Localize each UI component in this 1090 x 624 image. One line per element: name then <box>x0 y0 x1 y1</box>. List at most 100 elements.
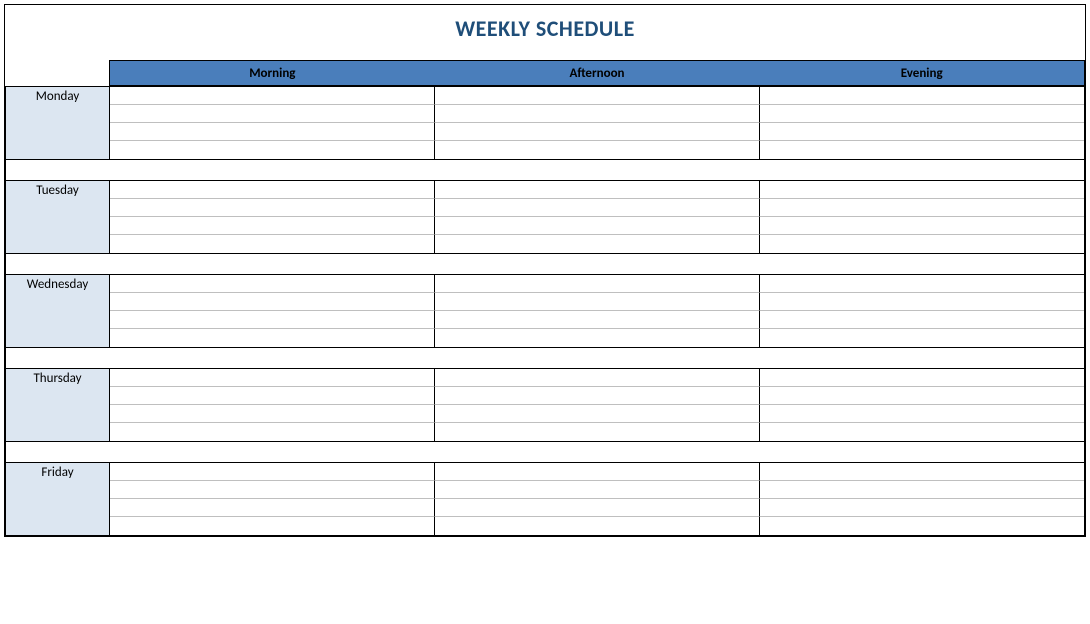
schedule-cell[interactable] <box>110 517 435 535</box>
schedule-cell[interactable] <box>435 217 760 235</box>
day-block: Tuesday <box>5 180 1085 254</box>
schedule-cell[interactable] <box>435 329 760 347</box>
schedule-cell[interactable] <box>760 481 1084 499</box>
grid-row <box>110 235 1084 253</box>
schedule-cell[interactable] <box>760 329 1084 347</box>
schedule-cell[interactable] <box>760 275 1084 293</box>
schedule-cell[interactable] <box>435 105 760 123</box>
schedule-cell[interactable] <box>110 481 435 499</box>
schedule-cell[interactable] <box>110 235 435 253</box>
days-container: Monday Tuesday Wednesday Thursday Friday <box>5 86 1085 536</box>
schedule-cell[interactable] <box>760 141 1084 159</box>
column-header-row: Morning Afternoon Evening <box>5 60 1085 86</box>
schedule-cell[interactable] <box>110 499 435 517</box>
grid-row <box>110 217 1084 235</box>
schedule-cell[interactable] <box>110 423 435 441</box>
col-morning: Morning <box>110 61 435 85</box>
schedule-cell[interactable] <box>110 105 435 123</box>
schedule-cell[interactable] <box>760 235 1084 253</box>
grid-row <box>110 311 1084 329</box>
schedule-cell[interactable] <box>110 275 435 293</box>
grid-row <box>110 369 1084 387</box>
schedule-cell[interactable] <box>110 463 435 481</box>
schedule-cell[interactable] <box>110 87 435 105</box>
schedule-cell[interactable] <box>760 311 1084 329</box>
day-label: Tuesday <box>6 181 110 253</box>
day-gap <box>5 160 1085 180</box>
schedule-cell[interactable] <box>435 463 760 481</box>
schedule-cell[interactable] <box>435 293 760 311</box>
day-gap <box>5 442 1085 462</box>
schedule-cell[interactable] <box>110 387 435 405</box>
schedule-cell[interactable] <box>760 387 1084 405</box>
grid-row <box>110 141 1084 159</box>
schedule-cell[interactable] <box>110 405 435 423</box>
schedule-cell[interactable] <box>435 199 760 217</box>
grid-row <box>110 423 1084 441</box>
day-gap <box>5 254 1085 274</box>
schedule-cell[interactable] <box>110 141 435 159</box>
schedule-cell[interactable] <box>760 463 1084 481</box>
schedule-cell[interactable] <box>110 329 435 347</box>
page-title: WEEKLY SCHEDULE <box>5 5 1085 60</box>
schedule-cell[interactable] <box>760 123 1084 141</box>
schedule-cell[interactable] <box>435 275 760 293</box>
schedule-cell[interactable] <box>110 181 435 199</box>
grid-row <box>110 105 1084 123</box>
schedule-cell[interactable] <box>435 235 760 253</box>
schedule-cell[interactable] <box>435 181 760 199</box>
header-bar: Morning Afternoon Evening <box>109 60 1085 86</box>
day-block: Wednesday <box>5 274 1085 348</box>
schedule-cell[interactable] <box>110 123 435 141</box>
schedule-cell[interactable] <box>760 369 1084 387</box>
schedule-cell[interactable] <box>760 423 1084 441</box>
schedule-cell[interactable] <box>435 423 760 441</box>
schedule-cell[interactable] <box>435 387 760 405</box>
day-gap <box>5 348 1085 368</box>
day-grid <box>110 181 1084 253</box>
grid-row <box>110 181 1084 199</box>
schedule-cell[interactable] <box>760 199 1084 217</box>
schedule-cell[interactable] <box>110 199 435 217</box>
schedule-cell[interactable] <box>110 293 435 311</box>
schedule-cell[interactable] <box>435 405 760 423</box>
schedule-cell[interactable] <box>760 405 1084 423</box>
schedule-cell[interactable] <box>435 499 760 517</box>
schedule-cell[interactable] <box>760 181 1084 199</box>
day-block: Monday <box>5 86 1085 160</box>
schedule-cell[interactable] <box>435 311 760 329</box>
schedule-cell[interactable] <box>760 293 1084 311</box>
col-afternoon: Afternoon <box>435 61 760 85</box>
grid-row <box>110 481 1084 499</box>
schedule-cell[interactable] <box>435 481 760 499</box>
day-label: Friday <box>6 463 110 535</box>
schedule-cell[interactable] <box>435 517 760 535</box>
day-label: Thursday <box>6 369 110 441</box>
grid-row <box>110 517 1084 535</box>
day-block: Thursday <box>5 368 1085 442</box>
schedule-cell[interactable] <box>760 105 1084 123</box>
schedule-cell[interactable] <box>110 217 435 235</box>
day-block: Friday <box>5 462 1085 536</box>
grid-row <box>110 329 1084 347</box>
schedule-cell[interactable] <box>110 369 435 387</box>
grid-row <box>110 387 1084 405</box>
schedule-cell[interactable] <box>435 141 760 159</box>
grid-row <box>110 275 1084 293</box>
schedule-cell[interactable] <box>435 123 760 141</box>
schedule-page: WEEKLY SCHEDULE Morning Afternoon Evenin… <box>4 4 1086 537</box>
schedule-cell[interactable] <box>760 87 1084 105</box>
day-grid <box>110 275 1084 347</box>
schedule-cell[interactable] <box>760 217 1084 235</box>
grid-row <box>110 293 1084 311</box>
grid-row <box>110 463 1084 481</box>
schedule-cell[interactable] <box>110 311 435 329</box>
grid-row <box>110 499 1084 517</box>
grid-row <box>110 199 1084 217</box>
schedule-cell[interactable] <box>435 87 760 105</box>
schedule-cell[interactable] <box>760 499 1084 517</box>
grid-row <box>110 87 1084 105</box>
day-label: Monday <box>6 87 110 159</box>
schedule-cell[interactable] <box>435 369 760 387</box>
schedule-cell[interactable] <box>760 517 1084 535</box>
